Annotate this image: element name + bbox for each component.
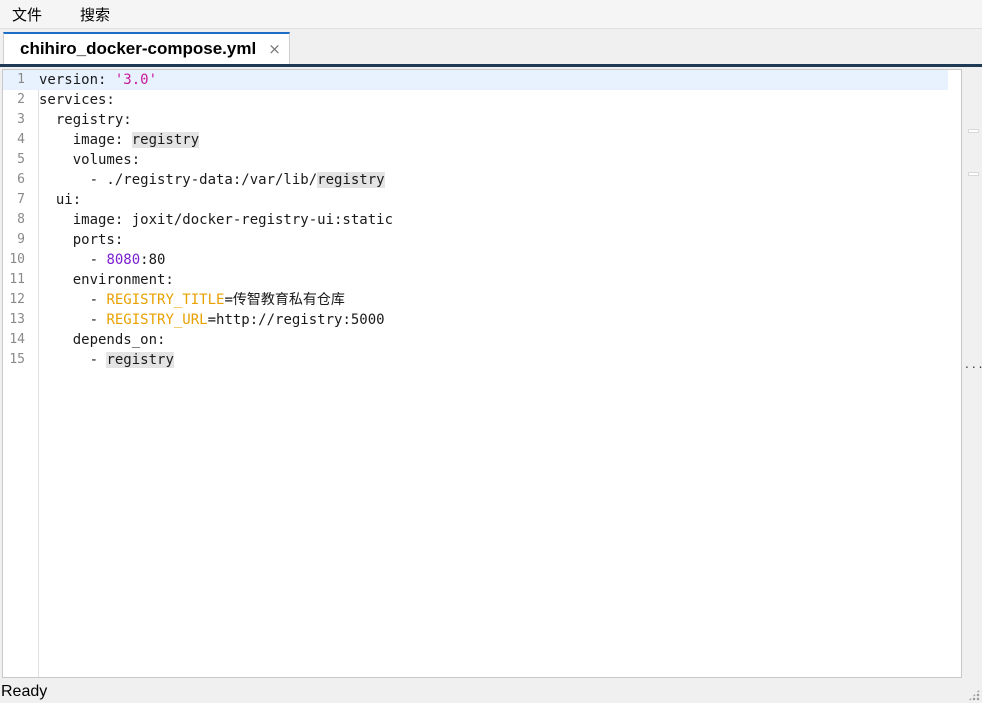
code-token: environment: [39, 272, 174, 288]
tab-bar: chihiro_docker-compose.yml × [0, 28, 982, 65]
code-line[interactable]: 13 - REGISTRY_URL=http://registry:5000 [3, 310, 948, 330]
line-number: 6 [17, 172, 25, 187]
code-text: registry: [39, 110, 132, 130]
code-token: :80 [140, 252, 166, 268]
code-line[interactable]: 7 ui: [3, 190, 948, 210]
code-token: - [39, 312, 107, 328]
code-token: image: joxit/docker-registry-ui:static [39, 212, 394, 228]
code-token: registry: [39, 112, 132, 128]
code-token: - [39, 292, 107, 308]
overview-dots: ... [965, 357, 982, 371]
code-token: '3.0' [114, 72, 158, 88]
line-number: 14 [9, 332, 25, 347]
code-text: volumes: [39, 150, 140, 170]
line-number: 12 [9, 292, 25, 307]
code-token: 传智教育私有仓库 [232, 292, 345, 308]
code-line[interactable]: 12 - REGISTRY_TITLE=传智教育私有仓库 [3, 290, 948, 310]
code-token: registry [131, 132, 200, 148]
menu-file[interactable]: 文件 [0, 0, 54, 28]
menu-bar: 文件 搜索 [0, 0, 982, 28]
line-number: 4 [17, 132, 25, 147]
code-token: - ./registry-data:/var/lib/ [39, 172, 318, 188]
code-line[interactable]: 2 services: [3, 90, 948, 110]
line-number: 5 [17, 152, 25, 167]
tab-divider [0, 64, 982, 67]
code-line[interactable]: 1 version: '3.0' [3, 70, 948, 90]
code-token: image: [39, 132, 132, 148]
line-number: 8 [17, 212, 25, 227]
code-text: depends_on: [39, 330, 166, 350]
code-text: - REGISTRY_TITLE=传智教育私有仓库 [39, 290, 345, 310]
status-bar: Ready [0, 680, 982, 703]
code-token: REGISTRY_TITLE [106, 292, 225, 308]
code-token: REGISTRY_URL [106, 312, 208, 328]
overview-marker [968, 129, 979, 133]
code-token: ui: [39, 192, 82, 208]
code-token: =http://registry:5000 [207, 312, 385, 328]
code-text: - registry [39, 350, 174, 370]
code-text: ui: [39, 190, 81, 210]
code-text: ports: [39, 230, 124, 250]
line-number: 9 [17, 232, 25, 247]
code-token: volumes: [39, 152, 141, 168]
tab-file[interactable]: chihiro_docker-compose.yml × [3, 32, 290, 64]
code-line[interactable]: 10 - 8080:80 [3, 250, 948, 270]
line-number: 7 [17, 192, 25, 207]
code-text: environment: [39, 270, 174, 290]
line-number: 11 [9, 272, 25, 287]
line-number: 15 [9, 352, 25, 367]
close-icon[interactable]: × [268, 40, 281, 58]
overview-ruler[interactable]: ... [962, 69, 982, 678]
code-token: registry [317, 172, 385, 188]
code-token: = [224, 292, 233, 308]
line-number: 10 [9, 252, 25, 267]
code-line[interactable]: 14 depends_on: [3, 330, 948, 350]
tab-title: chihiro_docker-compose.yml [20, 39, 257, 58]
code-token: - [39, 252, 107, 268]
code-line[interactable]: 15 - registry [3, 350, 948, 370]
line-number: 1 [17, 72, 25, 87]
code-token: ports: [39, 232, 124, 248]
code-editor[interactable]: 1 version: '3.0' 2 services: 3 registry: 4 im… [2, 69, 962, 678]
code-line[interactable]: 9 ports: [3, 230, 948, 250]
code-line[interactable]: 11 environment: [3, 270, 948, 290]
line-number: 13 [9, 312, 25, 327]
code-token: version: [39, 72, 115, 88]
code-token: services: [39, 92, 115, 108]
code-text: version: '3.0' [39, 70, 157, 90]
code-line[interactable]: 4 image: registry [3, 130, 948, 150]
code-text: image: joxit/docker-registry-ui:static [39, 210, 393, 230]
code-token: registry [106, 352, 174, 368]
code-line[interactable]: 8 image: joxit/docker-registry-ui:static [3, 210, 948, 230]
status-text: Ready [1, 683, 48, 700]
menu-search[interactable]: 搜索 [68, 0, 122, 28]
code-line[interactable]: 5 volumes: [3, 150, 948, 170]
line-number: 3 [17, 112, 25, 127]
code-token: 8080 [106, 252, 141, 268]
line-number: 2 [17, 92, 25, 107]
code-text: services: [39, 90, 115, 110]
code-text: image: registry [39, 130, 200, 150]
code-token: depends_on: [39, 332, 166, 348]
code-line[interactable]: 3 registry: [3, 110, 948, 130]
code-text: - ./registry-data:/var/lib/registry [39, 170, 385, 190]
code-token: - [39, 352, 107, 368]
code-line[interactable]: 6 - ./registry-data:/var/lib/registry [3, 170, 948, 190]
code-text: - REGISTRY_URL=http://registry:5000 [39, 310, 385, 330]
code-text: - 8080:80 [39, 250, 166, 270]
resize-grip-icon[interactable] [968, 689, 980, 701]
overview-marker [968, 172, 979, 176]
